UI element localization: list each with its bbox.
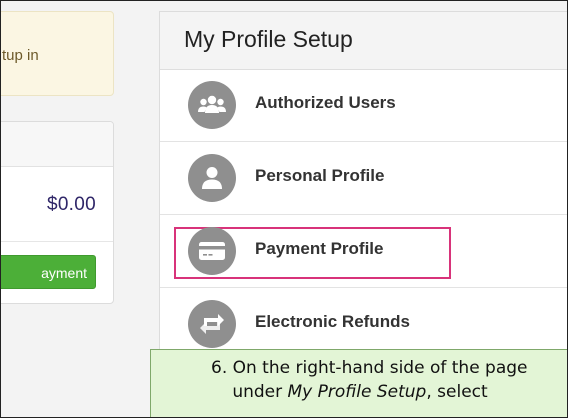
caption-line-1: 6. On the right-hand side of the page <box>211 358 528 378</box>
menu-item-personal-profile[interactable]: Personal Profile <box>160 142 567 215</box>
make-payment-button[interactable]: ayment <box>1 255 96 289</box>
balance-card: $0.00 ayment <box>1 121 114 304</box>
menu-item-payment-profile[interactable]: Payment Profile <box>160 215 567 288</box>
caption-line-2: under My Profile Setup, select <box>141 380 567 404</box>
menu-item-label: Personal Profile <box>255 166 385 185</box>
setup-notice-text: tup in <box>2 47 39 64</box>
instruction-caption: 6. On the right-hand side of the page un… <box>150 349 567 417</box>
setup-notice: tup in <box>1 11 114 96</box>
profile-setup-title: My Profile Setup <box>184 26 353 52</box>
refund-arrows-icon <box>188 300 236 348</box>
balance-amount: $0.00 <box>46 194 96 215</box>
profile-setup-header: My Profile Setup <box>160 12 567 70</box>
credit-card-icon <box>188 227 236 275</box>
menu-item-label: Payment Profile <box>255 239 384 258</box>
menu-item-label: Electronic Refunds <box>255 312 410 331</box>
balance-card-header <box>1 122 113 167</box>
caption-emphasis: My Profile Setup <box>287 382 427 402</box>
person-icon <box>188 154 236 202</box>
screenshot-frame: tup in $0.00 ayment My Profile Setup Aut… <box>0 0 568 418</box>
users-icon <box>188 81 236 129</box>
menu-item-authorized-users[interactable]: Authorized Users <box>160 69 567 142</box>
menu-item-label: Authorized Users <box>255 93 396 112</box>
caption-line-2-prefix: under <box>232 382 288 402</box>
caption-line-2-suffix: , select <box>426 382 488 402</box>
balance-card-divider <box>1 241 113 242</box>
